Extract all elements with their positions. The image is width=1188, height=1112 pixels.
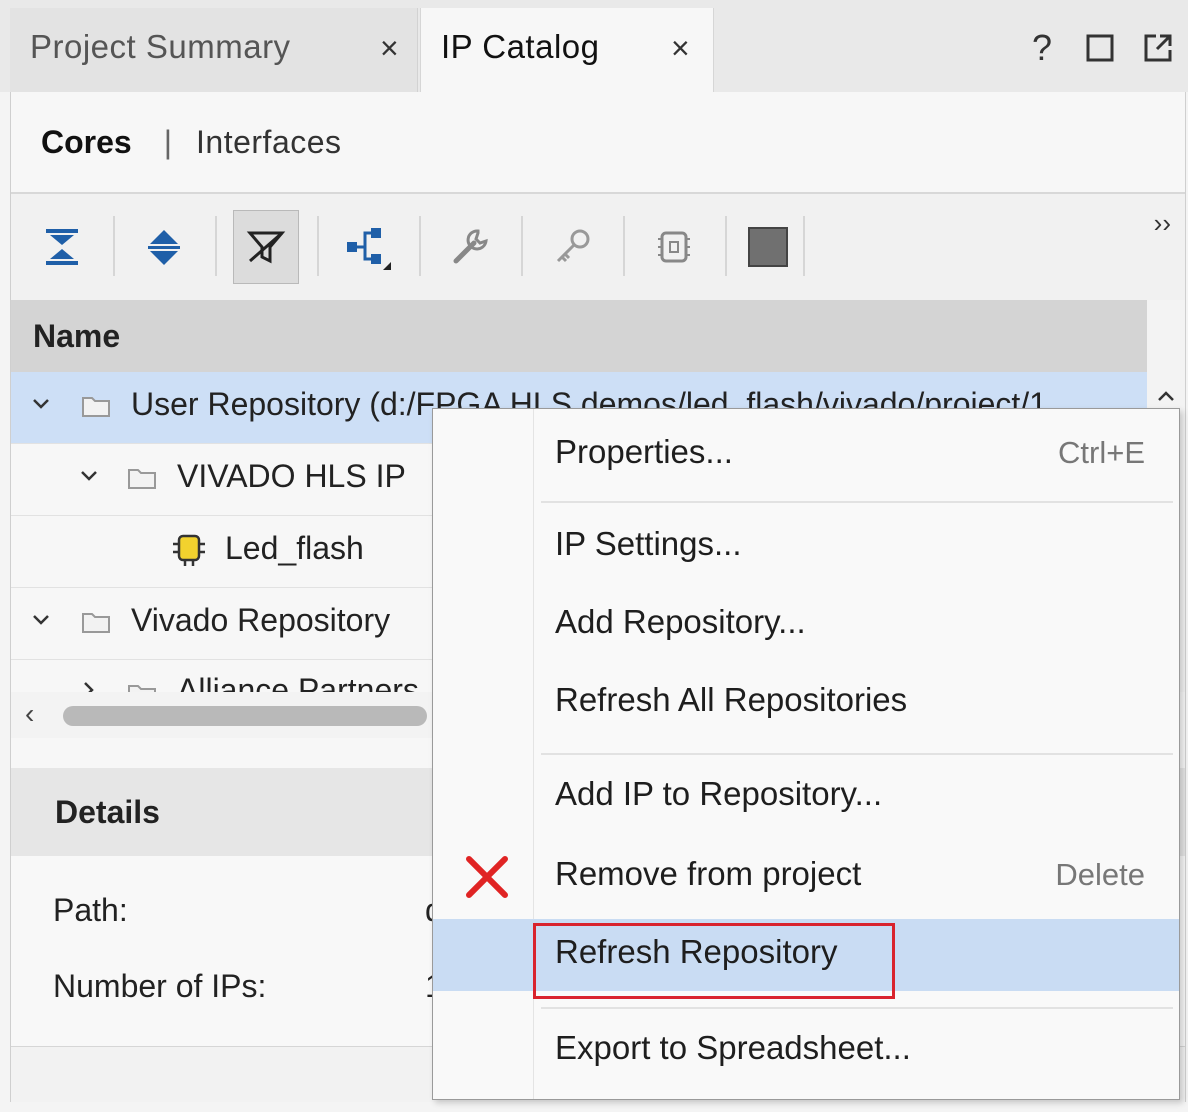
toolbar-separator [521, 216, 523, 276]
menu-item-shortcut: Ctrl+E [1058, 435, 1145, 470]
name-column-header[interactable]: Name [11, 300, 1147, 372]
menu-item-shortcut: Delete [1055, 857, 1145, 892]
subtab-cores[interactable]: Cores [41, 124, 132, 161]
ip-catalog-window: Project Summary × IP Catalog × ? Cores |… [0, 0, 1188, 1112]
tree-row-label: VIVADO HLS IP [177, 458, 406, 494]
subtab-interfaces[interactable]: Interfaces [196, 124, 342, 161]
menu-item-remove-from-project[interactable]: Remove from project Delete [433, 841, 1179, 913]
hierarchy-icon [347, 228, 391, 270]
toolbar-separator [419, 216, 421, 276]
chevron-down-icon[interactable] [77, 464, 101, 488]
folder-icon [128, 469, 156, 489]
scrollbar-thumb[interactable] [63, 706, 427, 726]
toolbar-separator [215, 216, 217, 276]
chevron-down-icon[interactable] [29, 392, 53, 416]
subtab-separator: | [163, 123, 173, 160]
menu-separator [541, 1007, 1173, 1009]
chevron-down-icon[interactable] [29, 608, 53, 632]
menu-item-label: Add Repository... [555, 603, 806, 640]
toolbar-separator [317, 216, 319, 276]
expand-all-button[interactable] [131, 210, 197, 284]
close-icon[interactable]: × [380, 30, 399, 67]
tree-row-label: Led_flash [225, 530, 364, 566]
menu-item-label: IP Settings... [555, 525, 742, 562]
collapse-all-button[interactable] [29, 210, 95, 284]
folder-icon [128, 685, 156, 692]
stop-button[interactable] [735, 210, 801, 284]
expand-all-icon [148, 230, 180, 265]
menu-item-add-ip-to-repository[interactable]: Add IP to Repository... [433, 761, 1179, 833]
float-icon [1144, 34, 1172, 62]
chevron-right-icon[interactable] [77, 678, 101, 692]
remove-icon [466, 856, 508, 898]
window-controls: ? [1024, 27, 1176, 68]
wrench-icon [453, 229, 488, 264]
license-button[interactable] [539, 210, 605, 284]
menu-item-label: Refresh All Repositories [555, 681, 908, 718]
menu-item-label: Refresh Repository [555, 933, 838, 970]
context-menu: Properties... Ctrl+E IP Settings... Add … [432, 408, 1180, 1100]
menu-item-add-repository[interactable]: Add Repository... [433, 589, 1179, 661]
details-title: Details [55, 794, 160, 830]
maximize-button[interactable] [1082, 30, 1118, 66]
menu-separator [541, 501, 1173, 503]
toolbar-separator [803, 216, 805, 276]
menu-item-properties[interactable]: Properties... Ctrl+E [433, 419, 1179, 491]
close-icon[interactable]: × [671, 30, 690, 67]
menu-item-export-to-spreadsheet[interactable]: Export to Spreadsheet... [433, 1015, 1179, 1087]
menu-separator [541, 753, 1173, 755]
tab-ip-catalog-label: IP Catalog [441, 28, 600, 65]
menu-item-label: Properties... [555, 433, 733, 470]
tab-strip: Project Summary × IP Catalog × ? [0, 0, 1188, 92]
toolbar-separator [113, 216, 115, 276]
ip-count-label: Number of IPs: [53, 968, 267, 1004]
menu-item-label: Add IP to Repository... [555, 775, 883, 812]
folder-icon [82, 397, 110, 417]
tab-project-summary[interactable]: Project Summary × [10, 8, 418, 92]
menu-item-ip-settings[interactable]: IP Settings... [433, 511, 1179, 583]
scroll-left-icon[interactable]: ‹ [25, 698, 34, 730]
tab-ip-catalog[interactable]: IP Catalog × [420, 8, 714, 92]
float-button[interactable] [1140, 30, 1176, 66]
help-button[interactable]: ? [1024, 27, 1060, 68]
collapse-all-icon [46, 229, 78, 265]
toolbar-overflow-button[interactable]: ›› [1154, 208, 1171, 239]
tree-row-label: Vivado Repository [131, 602, 391, 638]
maximize-icon [1086, 34, 1114, 62]
settings-button[interactable] [437, 210, 503, 284]
menu-item-label: Remove from project [555, 855, 862, 892]
name-column-label: Name [33, 318, 121, 354]
hierarchy-button[interactable] [335, 210, 401, 284]
path-label: Path: [53, 892, 128, 928]
stop-icon [748, 227, 788, 267]
folder-icon [82, 613, 110, 633]
filter-icon [246, 231, 286, 264]
menu-item-refresh-repository[interactable]: Refresh Repository [433, 919, 1179, 999]
filter-button[interactable] [233, 210, 299, 284]
ip-button[interactable] [641, 210, 707, 284]
subtabs: Cores | Interfaces [11, 92, 1185, 192]
tree-row-label: Alliance Partners [177, 672, 419, 692]
chip-icon [658, 231, 690, 263]
tab-project-summary-label: Project Summary [30, 28, 291, 65]
toolbar-separator [725, 216, 727, 276]
ip-core-icon [173, 534, 205, 566]
menu-item-label: Export to Spreadsheet... [555, 1029, 911, 1066]
toolbar-separator [623, 216, 625, 276]
key-icon [556, 229, 590, 263]
toolbar: ›› [11, 194, 1185, 300]
menu-item-refresh-all-repositories[interactable]: Refresh All Repositories [433, 667, 1179, 739]
help-icon: ? [1031, 27, 1053, 68]
